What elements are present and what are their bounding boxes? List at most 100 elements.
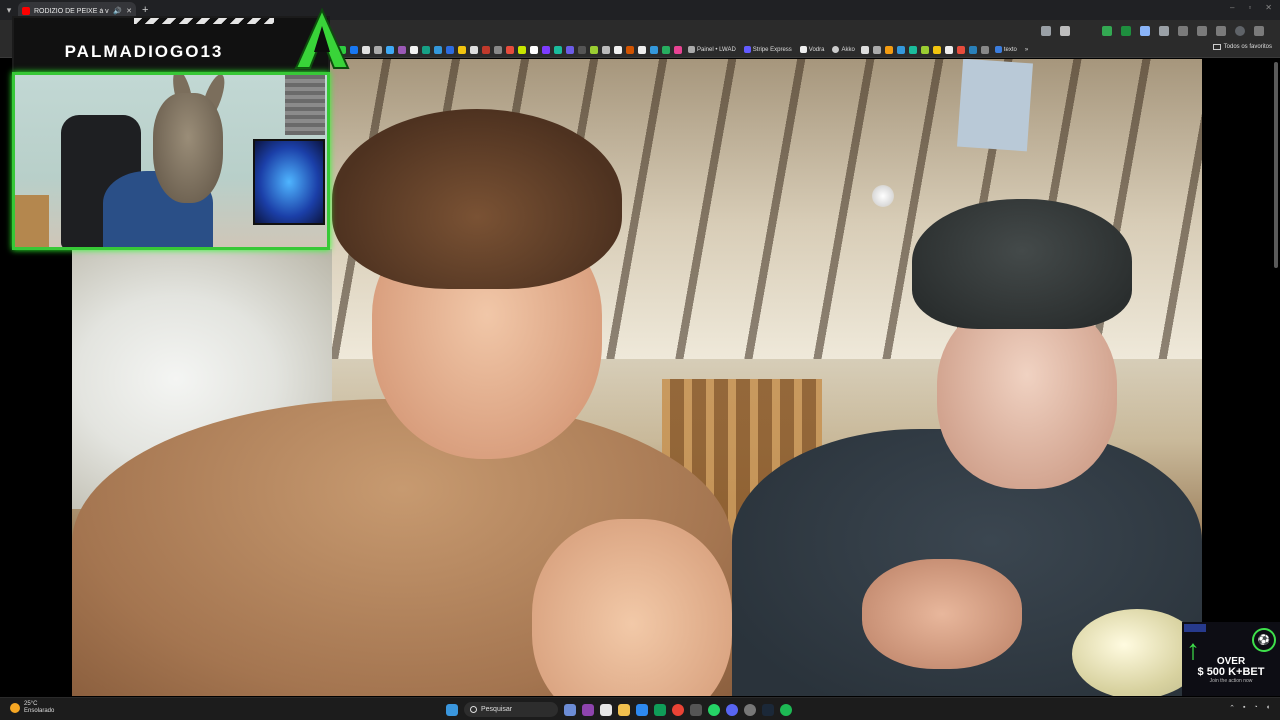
bookmark-icon[interactable] xyxy=(674,45,682,54)
bookmark-icon[interactable] xyxy=(506,45,514,54)
screen-share-icon[interactable] xyxy=(1041,25,1051,36)
bookmark-icon[interactable] xyxy=(662,45,670,54)
bookmark-texto[interactable]: texto xyxy=(994,46,1017,53)
bookmark-icon[interactable] xyxy=(578,45,586,54)
windows-start-icon[interactable] xyxy=(446,703,458,716)
taskbar-search[interactable]: Pesquisar xyxy=(464,702,558,717)
widgets-icon[interactable] xyxy=(564,703,576,716)
bookmark-icon[interactable] xyxy=(566,45,574,54)
x-icon[interactable] xyxy=(362,45,370,54)
bookmark-icon[interactable] xyxy=(896,45,905,54)
close-window-icon[interactable]: ✕ xyxy=(1265,3,1272,12)
edge-icon[interactable] xyxy=(654,703,666,716)
sun-icon xyxy=(10,703,20,713)
kebab-menu-icon[interactable] xyxy=(1254,25,1264,36)
bookmark-icon[interactable] xyxy=(410,45,418,54)
bookmark-icon[interactable] xyxy=(956,45,965,54)
bookmark-icon[interactable] xyxy=(374,45,382,54)
bookmark-icon[interactable] xyxy=(602,45,610,54)
bookmark-icon[interactable] xyxy=(590,45,598,54)
bookmark-icon[interactable] xyxy=(470,45,478,54)
bookmark-icon[interactable] xyxy=(650,45,658,54)
bookmark-icon[interactable] xyxy=(542,45,550,54)
kbet-ad-banner[interactable]: ↑ ⚽ OVER $ 500 K+BET Join the action now xyxy=(1182,622,1280,696)
bookmark-icon[interactable] xyxy=(518,45,526,54)
cap xyxy=(912,199,1132,329)
stripe-icon xyxy=(743,46,751,53)
system-tray: ⌃ ▪ ◔ ◖ xyxy=(1229,704,1270,712)
steam-icon[interactable] xyxy=(762,703,774,716)
bookmark-painel[interactable]: Painel • LWAD xyxy=(688,46,736,53)
streamer-name: PALMADIOGO13 xyxy=(64,42,224,61)
tray-chevron-icon[interactable]: ⌃ xyxy=(1229,704,1235,712)
spotify-icon[interactable] xyxy=(780,703,792,716)
weather-widget[interactable]: 25°C Ensolarado xyxy=(10,701,54,715)
bookmark-icon[interactable] xyxy=(386,45,394,54)
weather-condition: Ensolarado xyxy=(24,708,55,714)
profile-icon[interactable] xyxy=(1197,25,1207,36)
copilot-icon[interactable] xyxy=(582,703,594,716)
store-icon[interactable] xyxy=(600,703,612,716)
page-scrollbar[interactable] xyxy=(1274,62,1278,268)
chrome-icon[interactable] xyxy=(672,703,684,716)
streamer-overlay: PALMADIOGO13 xyxy=(8,8,350,252)
hand xyxy=(862,559,1022,669)
bookmark-icon[interactable] xyxy=(908,45,917,54)
streamer-logo-icon xyxy=(294,8,350,69)
bookmark-icon[interactable] xyxy=(530,45,538,54)
bookmark-icon[interactable] xyxy=(422,45,430,54)
bookmark-icon[interactable] xyxy=(968,45,977,54)
speaker-icon[interactable]: ◖ xyxy=(1266,704,1270,712)
bookmark-icon[interactable] xyxy=(884,45,893,54)
extension-icon[interactable] xyxy=(1102,25,1112,36)
bookmark-star-icon[interactable] xyxy=(1060,25,1070,36)
maximize-icon[interactable]: ▫ xyxy=(1248,3,1251,12)
app-icon[interactable] xyxy=(690,703,702,716)
span: Pesquisar xyxy=(481,706,513,713)
bookmark-icon[interactable] xyxy=(482,45,490,54)
history-icon[interactable] xyxy=(1178,25,1188,36)
bookmark-icon[interactable] xyxy=(614,45,622,54)
extension-icon[interactable] xyxy=(1140,25,1150,36)
all-bookmarks[interactable]: Todos os favoritos xyxy=(1212,44,1272,50)
bookmark-icon[interactable] xyxy=(980,45,989,54)
bookmark-icon xyxy=(832,46,840,53)
bookmark-icon[interactable] xyxy=(932,45,941,54)
bookmark-icon[interactable] xyxy=(434,45,442,54)
search-icon xyxy=(470,706,477,713)
bookmark-icon[interactable] xyxy=(860,45,869,54)
bookmark-icon[interactable] xyxy=(554,45,562,54)
bookmark-stripe[interactable]: Stripe Express xyxy=(743,46,792,53)
bookmark-icon[interactable] xyxy=(872,45,881,54)
bookmark-akko[interactable]: Akko xyxy=(832,46,855,53)
bookmark-icon[interactable] xyxy=(494,45,502,54)
bookmark-vodra[interactable]: Vodra xyxy=(799,46,824,53)
whatsapp-icon[interactable] xyxy=(708,703,720,716)
bookmark-icon[interactable] xyxy=(944,45,953,54)
network-icon[interactable]: ◔ xyxy=(1254,704,1258,712)
minimize-icon[interactable]: – xyxy=(1230,3,1234,12)
bookmark-icon[interactable] xyxy=(626,45,634,54)
item: 25°C Ensolarado xyxy=(24,701,54,715)
discord-icon[interactable] xyxy=(726,703,738,716)
menu-icon[interactable] xyxy=(1216,25,1226,36)
window-controls: – ▫ ✕ xyxy=(1230,3,1272,12)
bookmark-icon[interactable] xyxy=(446,45,454,54)
app-icon[interactable] xyxy=(636,703,648,716)
bookmark-icon[interactable] xyxy=(920,45,929,54)
bookmark-icon[interactable] xyxy=(398,45,406,54)
obs-icon[interactable] xyxy=(744,703,756,716)
bookmark-icon[interactable] xyxy=(638,45,646,54)
bookmark-icon[interactable] xyxy=(458,45,466,54)
overlay-stripes xyxy=(134,18,274,24)
extensions-puzzle-icon[interactable] xyxy=(1159,25,1169,36)
video-sign xyxy=(957,59,1033,152)
kbet-logo-icon: ⚽ xyxy=(1252,628,1276,652)
avatar-icon[interactable] xyxy=(1235,25,1245,36)
tray-app-icon[interactable]: ▪ xyxy=(1243,704,1245,712)
taskbar-apps: Pesquisar xyxy=(446,701,792,718)
more-bookmarks-icon[interactable]: » xyxy=(1025,47,1028,53)
file-explorer-icon[interactable] xyxy=(618,703,630,716)
extension-icon[interactable] xyxy=(1121,25,1131,36)
facebook-icon[interactable] xyxy=(350,45,358,54)
